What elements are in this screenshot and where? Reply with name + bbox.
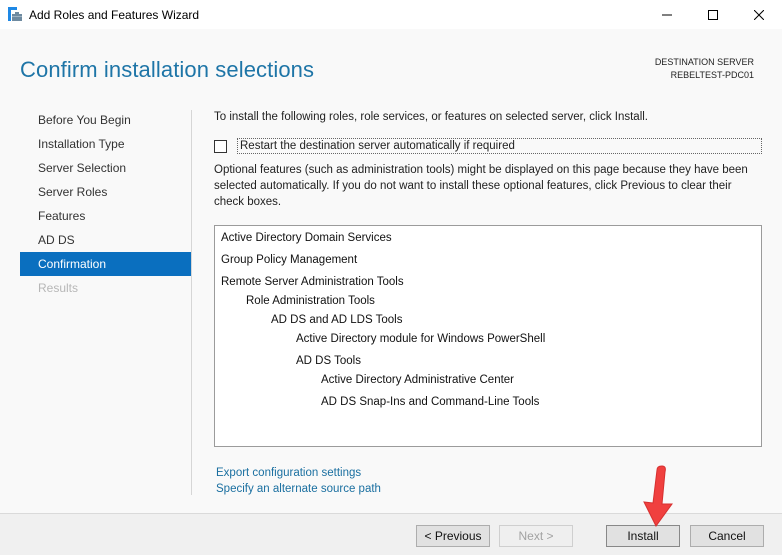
destination-server: DESTINATION SERVER REBELTEST-PDC01 <box>655 56 754 82</box>
feature-item: AD DS Tools <box>296 355 361 367</box>
title-bar: Add Roles and Features Wizard <box>0 0 782 29</box>
feature-item: Remote Server Administration Tools <box>221 276 404 288</box>
optional-features-note: Optional features (such as administratio… <box>214 164 748 208</box>
maximize-button[interactable] <box>690 0 736 29</box>
step-before-you-begin[interactable]: Before You Begin <box>0 108 192 132</box>
feature-item: Group Policy Management <box>221 254 358 266</box>
feature-item: Active Directory module for Windows Powe… <box>296 333 546 345</box>
feature-item: AD DS and AD LDS Tools <box>271 314 403 326</box>
destination-value: REBELTEST-PDC01 <box>670 70 754 80</box>
previous-button[interactable]: < Previous <box>416 525 490 547</box>
maximize-icon <box>708 9 718 20</box>
window-title: Add Roles and Features Wizard <box>29 8 200 22</box>
next-button: Next > <box>499 525 573 547</box>
alternate-source-link[interactable]: Specify an alternate source path <box>216 481 381 497</box>
step-results: Results <box>38 281 79 295</box>
minimize-button[interactable] <box>644 0 690 29</box>
cancel-button[interactable]: Cancel <box>690 525 764 547</box>
minimize-icon <box>662 14 672 15</box>
page-title: Confirm installation selections <box>20 57 315 82</box>
intro-text: To install the following roles, role ser… <box>214 111 648 123</box>
install-button[interactable]: Install <box>606 525 680 547</box>
links: Export configuration settings Specify an… <box>216 465 381 497</box>
restart-checkbox[interactable] <box>214 139 227 153</box>
restart-checkbox-label[interactable]: Restart the destination server automatic… <box>237 138 762 154</box>
restart-option[interactable]: Restart the destination server automatic… <box>214 138 762 154</box>
step-installation-type[interactable]: Installation Type <box>0 132 192 156</box>
close-icon <box>754 9 764 20</box>
sidebar-divider <box>191 110 192 495</box>
feature-item: Role Administration Tools <box>246 295 375 307</box>
wizard-steps: Before You Begin Installation Type Serve… <box>0 108 192 300</box>
feature-item: Active Directory Administrative Center <box>321 374 515 386</box>
feature-item: Active Directory Domain Services <box>221 232 392 244</box>
annotation-arrow-icon <box>643 465 673 527</box>
step-confirmation[interactable]: Confirmation <box>20 252 191 276</box>
wizard-header: Confirm installation selections DESTINAT… <box>0 29 782 99</box>
step-server-selection[interactable]: Server Selection <box>0 156 192 180</box>
destination-label: DESTINATION SERVER <box>654 57 754 67</box>
step-server-roles[interactable]: Server Roles <box>0 180 192 204</box>
features-list: Active Directory Domain Services Group P… <box>214 225 762 447</box>
step-features[interactable]: Features <box>0 204 192 228</box>
export-configuration-link[interactable]: Export configuration settings <box>216 465 381 481</box>
close-button[interactable] <box>736 0 782 29</box>
feature-item: AD DS Snap-Ins and Command-Line Tools <box>321 396 540 408</box>
step-ad-ds[interactable]: AD DS <box>0 228 192 252</box>
server-manager-icon <box>8 7 22 21</box>
